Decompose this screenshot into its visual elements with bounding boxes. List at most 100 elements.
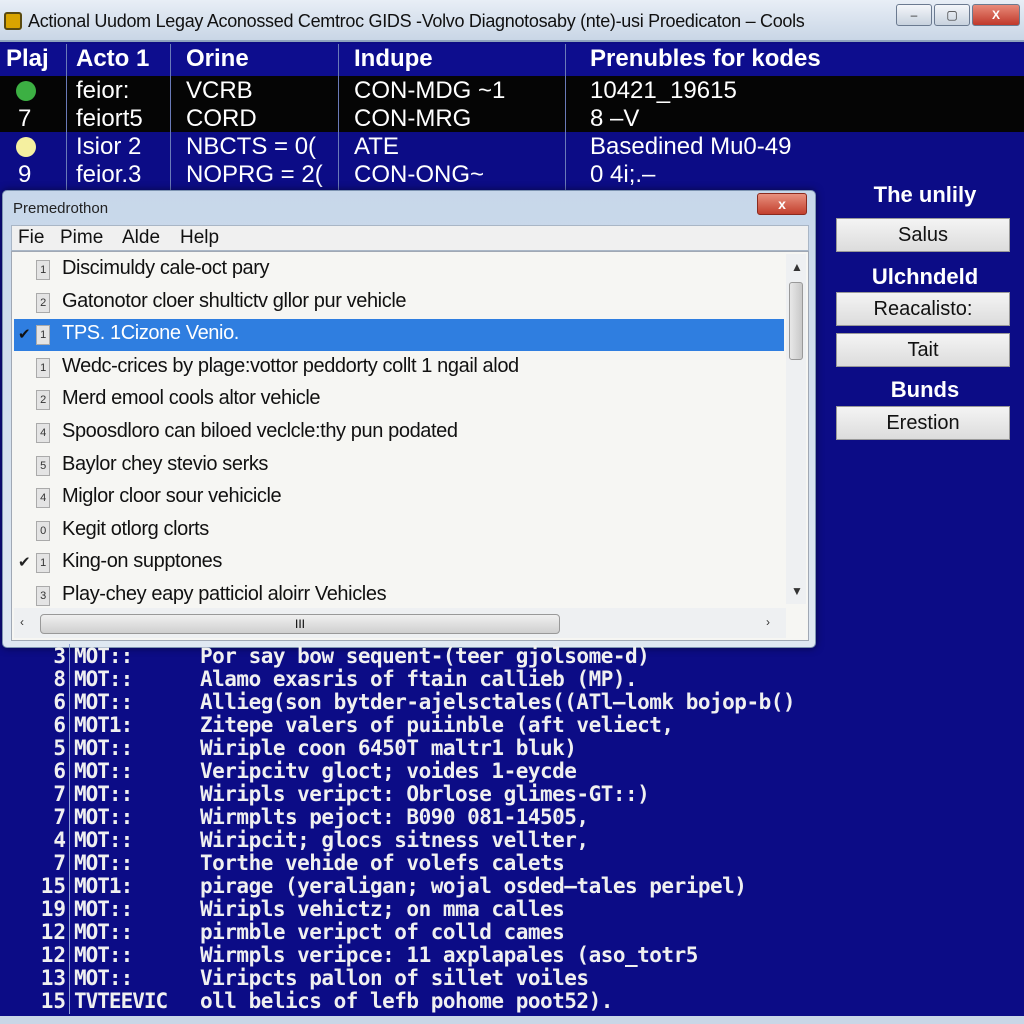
line-tag: MOT:: (74, 805, 133, 829)
status-bar (0, 1016, 1024, 1024)
line-number: 19 (40, 897, 66, 921)
column-header[interactable]: Acto 1 (76, 45, 149, 73)
list-item[interactable]: 0 Kegit otlorg clorts (14, 515, 784, 547)
item-label: Play-chey eapy patticiol aloirr Vehicles (62, 583, 387, 605)
line-number: 7 (53, 782, 66, 806)
grid-cell: NOPRG = 2( (186, 161, 323, 188)
item-number: 1 (36, 553, 50, 574)
maximize-button[interactable]: ▢ (934, 4, 970, 26)
line-text: pirage (yeraligan; wojal osded–tales per… (200, 874, 747, 898)
predefinition-dialog: Premedrothon x Fie Pime Alde Help 1 Disci… (2, 190, 816, 648)
list-item[interactable]: 1 Discimuldy cale-oct pary (14, 254, 784, 286)
tait-button[interactable]: Tait (836, 333, 1010, 367)
grid-cell: CORD (186, 105, 257, 132)
grid-cell: CON-MRG (354, 105, 472, 132)
grid-header: Plaj Acto 1 Orine Indupe Prenubles for k… (0, 44, 1024, 76)
console-line: 15 TVTEEVIC oll belics of lefb pohome poot… (0, 989, 1024, 1013)
grid-row[interactable]: 7 feiort5 CORD CON-MRG 8 –V (0, 104, 1024, 132)
line-tag: MOT:: (74, 667, 133, 691)
menu-help[interactable]: Help (180, 227, 219, 249)
grid-row[interactable]: feior: VCRB CON-MDG ~1 10421_19615 (0, 76, 1024, 104)
line-number: 7 (53, 851, 66, 875)
column-header[interactable]: Prenubles for kodes (590, 45, 821, 73)
console-line: 15 MOT1: pirage (yeraligan; wojal osded–ta… (0, 874, 1024, 898)
scroll-up-icon[interactable]: ▲ (791, 260, 803, 274)
console-output: 3 MOT:: Por say bow sequent-(teer gjolsome… (0, 644, 1024, 1018)
minimize-button[interactable]: – (896, 4, 932, 26)
grid-cell: NBCTS = 0( (186, 133, 317, 160)
grid-cell: 0 4i;.– (590, 161, 656, 188)
list-item[interactable]: 5 Baylor chey stevio serks (14, 450, 784, 482)
list-item[interactable]: ✔ 1 King-on supptones (14, 547, 784, 579)
item-label: King-on supptones (62, 550, 222, 573)
item-label: Merd emool cools altor vehicle (62, 387, 321, 410)
reacalisto-button[interactable]: Reacalisto: (836, 292, 1010, 326)
status-green-icon (16, 81, 36, 101)
erestion-button[interactable]: Erestion (836, 406, 1010, 440)
list-item[interactable]: 2 Gatonotor cloer shultictv gllor pur veh… (14, 287, 784, 319)
scroll-left-icon[interactable]: ‹ (20, 615, 24, 629)
item-label: Discimuldy cale-oct pary (62, 257, 270, 279)
item-number: 2 (36, 292, 50, 313)
vertical-scrollbar[interactable]: ▲ ▼ (786, 254, 806, 604)
scroll-down-icon[interactable]: ▼ (791, 584, 803, 598)
console-line: 8 MOT:: Alamo exasris of ftain callieb (MP… (0, 667, 1024, 691)
grid-cell: 8 –V (590, 105, 640, 132)
line-tag: MOT:: (74, 897, 133, 921)
line-text: Torthe vehide of volefs calets (200, 851, 565, 875)
column-header[interactable]: Indupe (354, 45, 433, 73)
salus-button[interactable]: Salus (836, 218, 1010, 252)
menu-pime[interactable]: Pime (60, 227, 103, 249)
list-item[interactable]: 1 Wedc-crices by plage:vottor peddorty co… (14, 352, 784, 384)
console-line: 3 MOT:: Por say bow sequent-(teer gjolsome… (0, 644, 1024, 668)
grid-cell: feiort5 (76, 105, 143, 132)
menu-file[interactable]: Fie (18, 227, 44, 249)
horizontal-scrollbar[interactable]: ‹ III › (14, 608, 786, 638)
side-label: Bunds (890, 377, 960, 402)
column-header[interactable]: Plaj (6, 45, 49, 73)
line-tag: MOT:: (74, 828, 133, 852)
line-tag: MOT:: (74, 920, 133, 944)
close-button[interactable]: X (972, 4, 1020, 26)
scroll-right-icon[interactable]: › (766, 615, 770, 629)
console-line: 5 MOT:: Wiriple coon 6450T maltr1 bluk) (0, 736, 1024, 760)
hscroll-thumb[interactable]: III (40, 614, 560, 634)
item-label: Wedc-crices by plage:vottor peddorty col… (62, 354, 519, 377)
console-line: 13 MOT:: Viripcts pallon of sillet voiles (0, 966, 1024, 990)
line-tag: MOT:: (74, 966, 133, 990)
line-number: 6 (53, 759, 66, 783)
line-tag: MOT1: (74, 713, 133, 737)
list-item[interactable]: 2 Merd emool cools altor vehicle (14, 384, 784, 416)
grid-cell: 9 (18, 161, 32, 188)
code-grid: Plaj Acto 1 Orine Indupe Prenubles for k… (0, 44, 1024, 190)
grid-row[interactable]: Isior 2 NBCTS = 0(ATE Basedined Mu0-49 (0, 132, 1024, 160)
line-number: 15 (40, 874, 66, 898)
list-item[interactable]: 4 Spoosdloro can biloed veclcle:thy pun p… (14, 417, 784, 449)
menu-alde[interactable]: Alde (122, 227, 160, 249)
grid-cell: feior.3 (76, 161, 142, 188)
grid-cell: 10421_19615 (590, 77, 737, 104)
line-tag: MOT:: (74, 759, 133, 783)
scroll-thumb[interactable] (789, 282, 803, 360)
dialog-close-button[interactable]: x (757, 193, 807, 215)
line-number: 4 (53, 828, 66, 852)
grid-cell: feior: (76, 77, 130, 104)
column-header[interactable]: Orine (186, 45, 249, 73)
list-item[interactable]: ✔ 1 TPS. 1Cizone Venio. (14, 319, 784, 352)
console-line: 6 MOT:: Allieg(son bytder-ajelsctales((ATl… (0, 690, 1024, 714)
console-line: 6 MOT1: Zitepe valers of puiinble (aft vel… (0, 713, 1024, 737)
line-tag: MOT:: (74, 943, 133, 967)
line-text: Wirmpls veripce: 11 axplapales (aso_totr… (200, 943, 698, 967)
grid-cell: CON-ONG~ (354, 161, 485, 188)
line-tag: MOT:: (74, 782, 133, 806)
item-number: 2 (36, 390, 50, 411)
line-number: 3 (53, 644, 66, 668)
line-tag: MOT:: (74, 690, 133, 714)
list-item[interactable]: 4 Miglor cloor sour vehicicle (14, 482, 784, 514)
line-text: Zitepe valers of puiinble (aft veliect, (200, 713, 674, 737)
item-number: 1 (36, 325, 50, 346)
side-label: The unlily (873, 182, 977, 207)
status-yellow-icon (16, 137, 36, 157)
item-label: TPS. 1Cizone Venio. (62, 322, 239, 345)
line-tag: MOT:: (74, 736, 133, 760)
